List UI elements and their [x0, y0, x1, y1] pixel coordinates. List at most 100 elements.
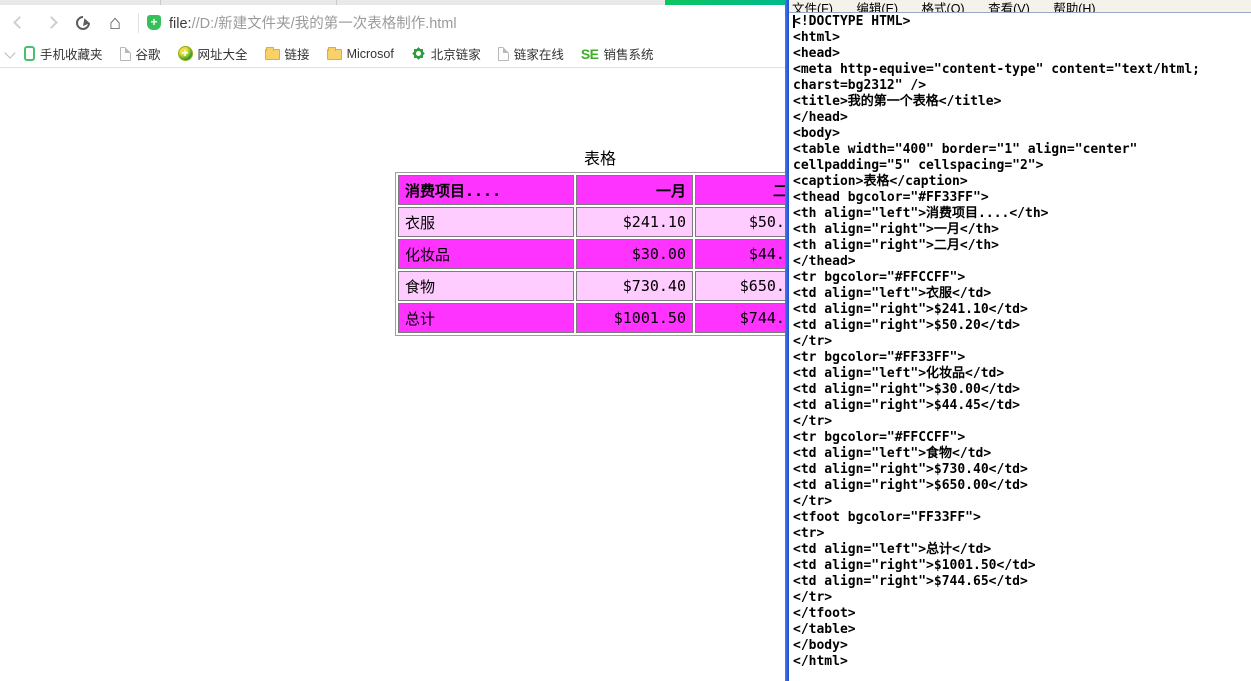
consumption-table-wrap: 表格 消费项目.... 一月 二月 衣服: [395, 145, 813, 336]
code-line: <tr>: [793, 526, 825, 541]
bookmark-label: 手机收藏夹: [40, 48, 103, 62]
forward-button[interactable]: [38, 10, 64, 36]
code-line: <td align="right">$44.45</td>: [793, 398, 1020, 413]
security-shield-icon[interactable]: [147, 15, 161, 30]
bookmark-icon: [326, 47, 342, 60]
bookmark-icon: [177, 46, 193, 61]
code-line: <tfoot bgcolor="FF33FF">: [793, 510, 981, 525]
bookmark-item[interactable]: 链家在线: [497, 44, 564, 63]
bookmark-icon: [119, 46, 131, 61]
table-row: 食物 $730.40 $650.00: [398, 271, 810, 301]
bookmark-item[interactable]: SE 销售系统: [581, 44, 654, 63]
cell-january-value: $30.00: [576, 239, 693, 269]
cell-item-name: 食物: [398, 271, 574, 301]
code-line: <tr bgcolor="#FF33FF">: [793, 350, 966, 365]
code-line: </tfoot>: [793, 606, 856, 621]
bookmark-item[interactable]: Microsof: [326, 47, 394, 61]
menu-item[interactable]: 帮助(H): [1050, 0, 1098, 12]
bookmark-label: 链接: [284, 48, 310, 62]
bookmark-label: 链家在线: [513, 48, 564, 62]
code-line: <td align="left">化妆品</td>: [793, 366, 1005, 381]
cell-january-value: $1001.50: [576, 303, 693, 333]
url-path: //D:/新建文件夹/我的第一次表格制作.html: [191, 16, 457, 32]
bookmarks-bar: 手机收藏夹 谷歌 网址大全 链接: [0, 40, 785, 68]
code-line: </table>: [793, 622, 856, 637]
header-cell-item: 消费项目....: [398, 175, 574, 205]
code-line: <td align="left">总计</td>: [793, 542, 992, 557]
bookmark-item[interactable]: 网址大全: [177, 44, 248, 63]
code-line: <td align="right">$730.40</td>: [793, 462, 1028, 477]
code-line: </html>: [793, 654, 848, 669]
bookmark-label: 北京链家: [430, 48, 481, 62]
menu-item[interactable]: 格式(O): [919, 0, 968, 12]
bookmark-item[interactable]: 链接: [264, 44, 310, 63]
code-line: </thead>: [793, 254, 856, 269]
menu-item[interactable]: 编辑(E): [853, 0, 901, 12]
code-line: <head>: [793, 46, 840, 61]
code-line: <meta http-equive="content-type" content…: [793, 62, 1200, 77]
bookmarks-overflow-chevron[interactable]: [4, 46, 16, 59]
notepad-menu-bar: 文件(F) 编辑(E) 格式(O) 查看(V) 帮助(H): [789, 0, 1251, 13]
code-line: <th align="right">一月</th>: [793, 222, 1000, 237]
menu-item[interactable]: 文件(F): [789, 0, 836, 12]
cell-item-name: 化妆品: [398, 239, 574, 269]
cell-january-value: $241.10: [576, 207, 693, 237]
toolbar-divider: [138, 12, 139, 33]
table-header-row: 消费项目.... 一月 二月: [398, 175, 810, 205]
code-line: <caption>表格</caption>: [793, 174, 968, 189]
cell-item-name: 衣服: [398, 207, 574, 237]
menu-item[interactable]: 查看(V): [985, 0, 1033, 12]
cell-january-value: $730.40: [576, 271, 693, 301]
code-line: <body>: [793, 126, 840, 141]
code-line: <table width="400" border="1" align="cen…: [793, 142, 1138, 157]
code-line: </tr>: [793, 334, 833, 349]
text-caret: [793, 15, 795, 28]
bookmark-item[interactable]: 北京链家: [411, 44, 481, 63]
code-line: </tr>: [793, 590, 833, 605]
refresh-button[interactable]: [70, 10, 96, 36]
code-line: </tr>: [793, 494, 833, 509]
code-line: <th align="left">消费项目....</th>: [793, 206, 1049, 221]
code-line: <title>我的第一个表格</title>: [793, 94, 1002, 109]
table-row: 化妆品 $30.00 $44.45: [398, 239, 810, 269]
home-button[interactable]: ⌂: [102, 10, 128, 36]
bookmark-label: 销售系统: [603, 48, 654, 62]
code-line: <html>: [793, 30, 840, 45]
back-icon: [12, 16, 26, 29]
notepad-text-area[interactable]: <!DOCTYPE HTML> <html> <head> <meta http…: [789, 13, 1251, 679]
bookmark-label: 网址大全: [197, 48, 248, 62]
bookmark-label: 谷歌: [135, 48, 161, 62]
table-row: 总计 $1001.50 $744.65: [398, 303, 810, 333]
code-line: <tr bgcolor="#FFCCFF">: [793, 270, 966, 285]
consumption-table: 消费项目.... 一月 二月 衣服 $241.10 $50.20: [395, 172, 813, 336]
code-line: </tr>: [793, 414, 833, 429]
notepad-window: 文件(F) 编辑(E) 格式(O) 查看(V) 帮助(H) <!DOCTYPE …: [785, 0, 1251, 681]
code-line: <td align="right">$650.00</td>: [793, 478, 1028, 493]
code-line: <th align="right">二月</th>: [793, 238, 1000, 253]
forward-icon: [44, 16, 58, 29]
header-cell-january: 一月: [576, 175, 693, 205]
address-bar[interactable]: file://D:/新建文件夹/我的第一次表格制作.html: [169, 12, 457, 33]
code-line: <td align="right">$744.65</td>: [793, 574, 1028, 589]
code-line: <tr bgcolor="#FFCCFF">: [793, 430, 966, 445]
browser-toolbar: ⌂ file://D:/新建文件夹/我的第一次表格制作.html: [0, 5, 785, 40]
code-line: cellpadding="5" cellspacing="2">: [793, 158, 1044, 173]
code-line: <td align="right">$50.20</td>: [793, 318, 1020, 333]
table-row: 衣服 $241.10 $50.20: [398, 207, 810, 237]
bookmark-icon: [413, 49, 423, 58]
screen: ⌂ file://D:/新建文件夹/我的第一次表格制作.html 手机收藏夹 谷…: [0, 0, 1251, 681]
cell-item-name: 总计: [398, 303, 574, 333]
home-icon: ⌂: [108, 11, 122, 34]
back-button[interactable]: [6, 10, 32, 36]
bookmark-icon: SE: [580, 45, 599, 62]
code-line: </body>: [793, 638, 848, 653]
code-line: <td align="right">$30.00</td>: [793, 382, 1020, 397]
code-line: </head>: [793, 110, 848, 125]
bookmark-item[interactable]: 手机收藏夹: [24, 44, 103, 63]
bookmark-item[interactable]: 谷歌: [119, 44, 161, 63]
code-line: <td align="right">$241.10</td>: [793, 302, 1028, 317]
bookmark-icon: [24, 46, 35, 61]
code-line: <td align="left">衣服</td>: [793, 286, 992, 301]
code-line: <!DOCTYPE HTML>: [793, 14, 911, 29]
bookmark-icon: [264, 47, 280, 60]
